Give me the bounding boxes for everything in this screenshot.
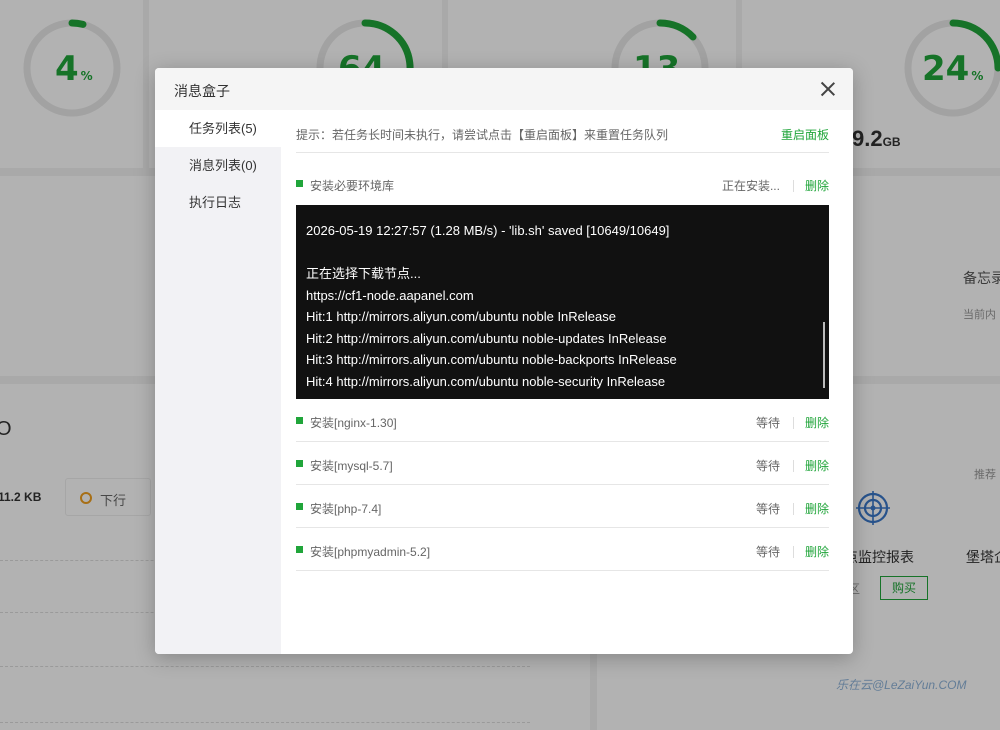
log-line: Hit:3 http://mirrors.aliyun.com/ubuntu n… bbox=[306, 352, 677, 367]
dialog-header: 消息盒子 bbox=[155, 68, 853, 110]
divider bbox=[792, 502, 794, 515]
delete-link[interactable]: 删除 bbox=[805, 457, 829, 474]
tab-task-list[interactable]: 任务列表(5) bbox=[155, 110, 281, 147]
current-task-row: 安装必要环境库 正在安装... 删除 bbox=[296, 153, 829, 205]
divider bbox=[792, 545, 794, 558]
delete-link[interactable]: 删除 bbox=[805, 500, 829, 517]
task-status: 等待 bbox=[755, 459, 780, 473]
dialog-sidebar: 任务列表(5) 消息列表(0) 执行日志 bbox=[155, 110, 281, 654]
task-row: 安装[phpmyadmin-5.2] 等待 删除 bbox=[296, 528, 829, 571]
delete-link[interactable]: 删除 bbox=[805, 543, 829, 560]
task-name: 安装[php-7.4] bbox=[310, 502, 382, 516]
task-row: 安装[php-7.4] 等待 删除 bbox=[296, 485, 829, 528]
status-dot-icon bbox=[296, 417, 303, 424]
divider bbox=[792, 179, 794, 192]
task-status: 等待 bbox=[755, 502, 780, 516]
task-row: 安装[mysql-5.7] 等待 删除 bbox=[296, 442, 829, 485]
divider bbox=[792, 459, 794, 472]
dialog-title: 消息盒子 bbox=[174, 83, 230, 99]
message-box-dialog: 消息盒子 任务列表(5) 消息列表(0) 执行日志 提示：若任务长时间未执行，请… bbox=[155, 68, 853, 654]
delete-link[interactable]: 删除 bbox=[805, 177, 829, 194]
log-line: Hit:2 http://mirrors.aliyun.com/ubuntu n… bbox=[306, 330, 667, 346]
status-dot-icon bbox=[296, 503, 303, 510]
task-name: 安装[phpmyadmin-5.2] bbox=[310, 545, 431, 559]
task-list-panel: 提示：若任务长时间未执行，请尝试点击【重启面板】来重置任务队列 重启面板 安装必… bbox=[281, 110, 853, 654]
status-dot-icon bbox=[296, 546, 303, 553]
task-row: 安装[nginx-1.30] 等待 删除 bbox=[296, 399, 829, 442]
task-name: 安装[mysql-5.7] bbox=[310, 459, 393, 473]
install-log-console[interactable]: 2026-05-19 12:27:57 (1.28 MB/s) - 'lib.s… bbox=[296, 205, 829, 399]
close-icon[interactable] bbox=[819, 80, 837, 98]
tip-bar: 提示：若任务长时间未执行，请尝试点击【重启面板】来重置任务队列 重启面板 bbox=[296, 110, 829, 153]
log-line: https://cf1-node.aapanel.com bbox=[306, 287, 474, 303]
delete-link[interactable]: 删除 bbox=[805, 414, 829, 431]
log-line: 2026-05-19 12:27:57 (1.28 MB/s) - 'lib.s… bbox=[306, 223, 670, 238]
tip-text: 提示：若任务长时间未执行，请尝试点击【重启面板】来重置任务队列 bbox=[296, 128, 669, 142]
log-line: 正在选择下载节点... bbox=[306, 266, 421, 281]
task-status: 等待 bbox=[755, 416, 780, 430]
log-scrollbar[interactable] bbox=[823, 322, 825, 388]
task-name: 安装必要环境库 bbox=[310, 179, 395, 193]
log-line: Hit:4 http://mirrors.aliyun.com/ubuntu n… bbox=[306, 373, 666, 389]
log-line: Hit:1 http://mirrors.aliyun.com/ubuntu n… bbox=[306, 309, 616, 324]
tab-execution-log[interactable]: 执行日志 bbox=[155, 184, 281, 221]
divider bbox=[792, 416, 794, 429]
restart-panel-link[interactable]: 重启面板 bbox=[781, 126, 829, 143]
task-name: 安装[nginx-1.30] bbox=[310, 416, 397, 430]
tab-message-list[interactable]: 消息列表(0) bbox=[155, 147, 281, 184]
status-dot-icon bbox=[296, 460, 303, 467]
task-status: 等待 bbox=[755, 545, 780, 559]
status-dot-icon bbox=[296, 180, 303, 187]
task-status: 正在安装... bbox=[721, 179, 780, 193]
